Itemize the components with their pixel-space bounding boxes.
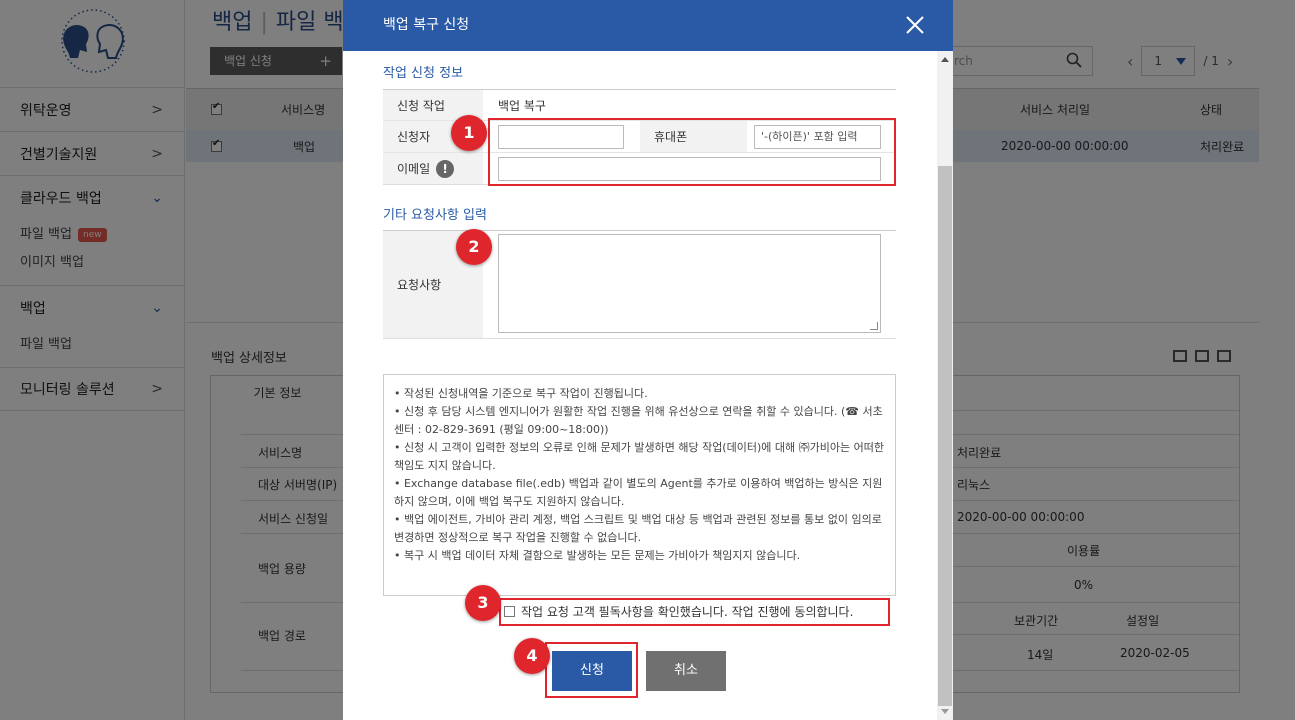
scroll-up-icon[interactable] — [941, 57, 949, 62]
cancel-button[interactable]: 취소 — [646, 651, 726, 691]
highlight-box-3 — [499, 598, 890, 626]
close-icon[interactable] — [903, 13, 927, 37]
highlight-box-4 — [545, 642, 638, 698]
scroll-thumb[interactable] — [938, 166, 952, 706]
modal-header: 백업 복구 신청 — [343, 0, 953, 51]
scroll-down-icon[interactable] — [941, 709, 949, 714]
modal-scrollbar[interactable] — [937, 51, 953, 720]
modal-body: 작업 신청 정보 신청 작업 백업 복구 신청자 휴대폰 '-(하이픈)' 포함… — [343, 51, 937, 720]
step-marker-3: 3 — [465, 585, 501, 621]
info-icon[interactable]: ! — [436, 159, 455, 178]
step-marker-1: 1 — [451, 115, 487, 151]
notice-box: • 작성된 신청내역을 기준으로 복구 작업이 진행됩니다. • 신청 후 담당… — [383, 374, 896, 596]
request-textarea[interactable] — [498, 234, 881, 333]
resize-grip-icon[interactable] — [870, 322, 878, 330]
restore-request-modal: 백업 복구 신청 작업 신청 정보 신청 작업 백업 복구 신청자 휴대폰 '-… — [343, 0, 953, 720]
highlight-box-1 — [488, 118, 896, 186]
section-title-request-info: 작업 신청 정보 — [383, 66, 464, 81]
step-marker-4: 4 — [514, 638, 550, 674]
section-title-extra-request: 기타 요청사항 입력 — [383, 208, 487, 223]
modal-title: 백업 복구 신청 — [383, 17, 470, 33]
step-marker-2: 2 — [456, 229, 492, 265]
task-value: 백업 복구 — [498, 98, 546, 113]
